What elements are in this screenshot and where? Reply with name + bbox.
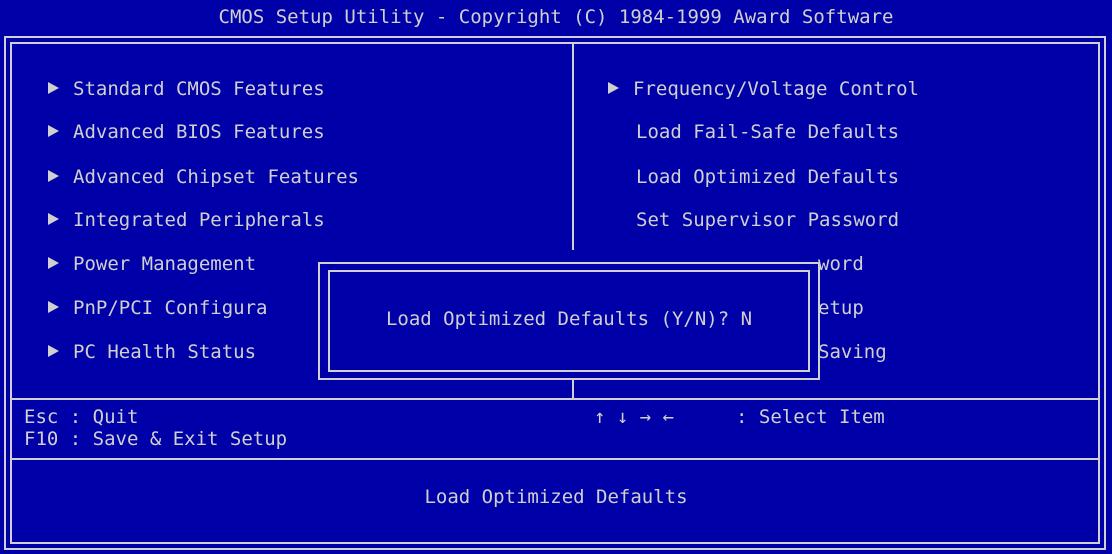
- menu-item-label: Power Management: [73, 253, 257, 275]
- menu-item-label: etup: [818, 297, 864, 319]
- confirm-dialog-border: Load Optimized Defaults (Y/N)? N: [328, 270, 810, 372]
- confirm-dialog-prompt[interactable]: Load Optimized Defaults (Y/N)? N: [330, 272, 808, 370]
- menu-item-label: Standard CMOS Features: [73, 78, 325, 100]
- help-select-item: : Select Item: [736, 406, 885, 428]
- submenu-arrow-icon: [608, 81, 619, 94]
- menu-item-label: PC Health Status: [73, 341, 257, 363]
- menu-item-integrated-peripherals[interactable]: Integrated Peripherals: [48, 207, 325, 233]
- window-title: CMOS Setup Utility - Copyright (C) 1984-…: [0, 0, 1112, 34]
- menu-item-save-exit-setup[interactable]: etup: [818, 295, 864, 321]
- menu-item-frequency-voltage[interactable]: Frequency/Voltage Control: [608, 76, 919, 102]
- confirm-dialog[interactable]: Load Optimized Defaults (Y/N)? N: [318, 262, 820, 380]
- menu-item-label: Set Supervisor Password: [636, 209, 900, 231]
- menu-item-label: PnP/PCI Configura: [73, 297, 268, 319]
- submenu-arrow-icon: [48, 344, 59, 357]
- menu-item-label: Load Optimized Defaults: [636, 166, 900, 188]
- menu-item-label: Frequency/Voltage Control: [633, 78, 919, 100]
- menu-item-label: Saving: [818, 341, 887, 363]
- menu-item-label: Advanced Chipset Features: [73, 166, 359, 188]
- menu-item-advanced-chipset[interactable]: Advanced Chipset Features: [48, 164, 359, 190]
- menu-item-standard-cmos[interactable]: Standard CMOS Features: [48, 76, 325, 102]
- help-arrow-keys: ↑ ↓ → ←: [594, 406, 675, 428]
- menu-item-set-supervisor-password[interactable]: Set Supervisor Password: [636, 207, 899, 233]
- menu-item-label: Integrated Peripherals: [73, 209, 325, 231]
- help-f10-save-exit: F10 : Save & Exit Setup: [24, 428, 288, 450]
- help-esc-quit: Esc : Quit: [24, 406, 139, 428]
- submenu-arrow-icon: [48, 81, 59, 94]
- menu-item-label: word: [818, 253, 864, 275]
- menu-item-load-fail-safe[interactable]: Load Fail-Safe Defaults: [636, 119, 899, 145]
- submenu-arrow-icon: [48, 124, 59, 137]
- menu-item-advanced-bios[interactable]: Advanced BIOS Features: [48, 119, 325, 145]
- menu-item-pnp-pci[interactable]: PnP/PCI Configura: [48, 295, 267, 321]
- submenu-arrow-icon: [48, 256, 59, 269]
- help-divider: [12, 398, 1098, 400]
- menu-item-pc-health[interactable]: PC Health Status: [48, 339, 256, 365]
- menu-item-load-optimized[interactable]: Load Optimized Defaults: [636, 164, 899, 190]
- submenu-arrow-icon: [48, 169, 59, 182]
- submenu-arrow-icon: [48, 300, 59, 313]
- status-description: Load Optimized Defaults: [424, 486, 688, 508]
- column-divider-top: [572, 44, 574, 250]
- menu-item-label: Advanced BIOS Features: [73, 121, 325, 143]
- menu-item-exit-without-saving[interactable]: Saving: [818, 339, 887, 365]
- menu-item-set-user-password[interactable]: word: [818, 251, 864, 277]
- menu-item-label: Load Fail-Safe Defaults: [636, 121, 900, 143]
- menu-item-power-management[interactable]: Power Management: [48, 251, 256, 277]
- status-divider: [12, 458, 1098, 460]
- submenu-arrow-icon: [48, 212, 59, 225]
